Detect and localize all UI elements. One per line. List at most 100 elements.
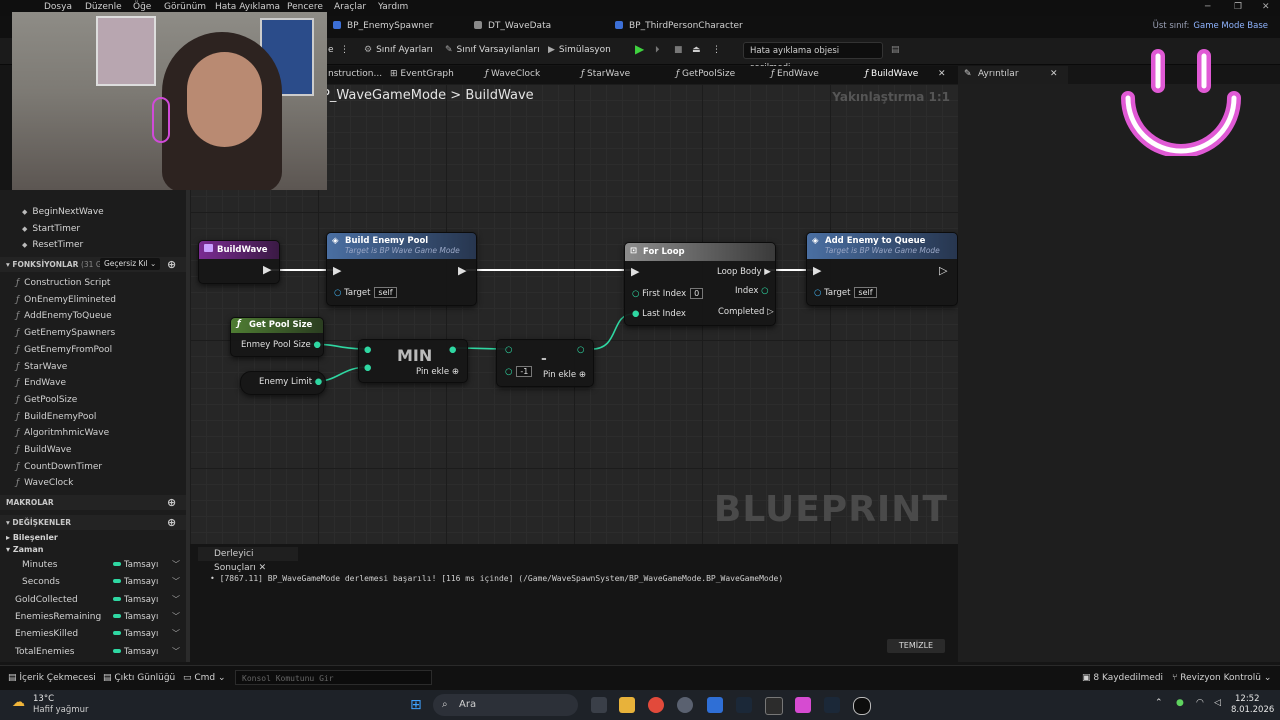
exec-in-pin[interactable]: ▶ xyxy=(333,264,341,277)
stop-icon[interactable]: ■ xyxy=(674,45,683,55)
doc-tab-enemy-spawner[interactable]: BP_EnemySpawner xyxy=(333,21,433,31)
debug-object-select[interactable]: Hata ayıklama objesi seçilmedi ⌄ xyxy=(743,42,883,73)
index-pin[interactable]: Index ○ xyxy=(735,286,769,296)
close-tab-icon[interactable]: ✕ xyxy=(1050,69,1058,79)
exec-in-pin[interactable]: ▶ xyxy=(813,264,821,277)
var-group-components[interactable]: ▸ Bileşenler xyxy=(6,533,58,542)
app-icon[interactable] xyxy=(795,697,811,713)
min-node[interactable]: ● ● MIN ● Pin ekle ⊕ xyxy=(358,339,468,383)
variable-type[interactable]: Tamsayı xyxy=(113,577,158,587)
menu-view[interactable]: Görünüm xyxy=(164,2,206,12)
close-icon[interactable]: ✕ xyxy=(1262,2,1270,12)
menu-tools[interactable]: Araçlar xyxy=(334,2,366,12)
min-output-pin[interactable]: ● xyxy=(449,345,456,355)
subtract-input-b-pin[interactable]: ○ -1 xyxy=(505,366,533,377)
visibility-eye-icon[interactable]: ﹀ xyxy=(172,646,180,657)
loop-body-pin[interactable]: Loop Body ▶ xyxy=(717,267,771,277)
taskbar-search[interactable]: ⌕ Ara xyxy=(433,694,578,716)
visibility-eye-icon[interactable]: ﹀ xyxy=(172,559,180,570)
subtract-node[interactable]: ○ - ○ ○ -1 Pin ekle ⊕ xyxy=(496,339,594,387)
function-item[interactable]: ƒ GetPoolSize xyxy=(16,395,77,405)
github-icon[interactable] xyxy=(677,697,693,713)
function-item[interactable]: ƒ AlgoritmhmicWave xyxy=(16,428,109,438)
add-pin-button[interactable]: Pin ekle ⊕ xyxy=(543,370,586,380)
variable-type[interactable]: Tamsayı xyxy=(113,560,158,570)
function-item[interactable]: ƒ OnEnemyElimineted xyxy=(16,295,116,305)
add-function-icon[interactable]: ⊕ xyxy=(167,257,176,272)
browse-icon[interactable]: ▤ xyxy=(891,45,900,55)
variable-type[interactable]: Tamsayı xyxy=(113,647,158,657)
clock-time[interactable]: 12:52 xyxy=(1235,694,1260,704)
tab-event-graph[interactable]: ⊞ EventGraph xyxy=(390,69,454,79)
function-item[interactable]: ƒ BuildWave xyxy=(16,445,71,455)
subtract-output-pin[interactable]: ○ xyxy=(577,345,584,355)
details-tab[interactable]: ✎ Ayrıntılar ✕ xyxy=(958,66,1068,84)
windows-start-icon[interactable]: ⊞ xyxy=(410,697,422,713)
revision-control-button[interactable]: ⑂ Revizyon Kontrolü ⌄ xyxy=(1172,673,1271,683)
add-pin-button[interactable]: Pin ekle ⊕ xyxy=(416,367,459,377)
function-item[interactable]: ƒ BuildEnemyPool xyxy=(16,412,96,422)
enemy-pool-size-pin[interactable]: Enmey Pool Size ● xyxy=(241,340,321,350)
menu-asset[interactable]: Öğe xyxy=(133,2,151,12)
add-variable-icon[interactable]: ⊕ xyxy=(167,515,176,530)
class-defaults-button[interactable]: ✎ Sınıf Varsayılanları xyxy=(445,45,540,55)
target-pin[interactable]: ○ Target self xyxy=(814,287,877,298)
tab-build-wave[interactable]: ƒ BuildWave xyxy=(865,69,918,79)
menu-help[interactable]: Yardım xyxy=(378,2,408,12)
var-group-time[interactable]: ▾ Zaman xyxy=(6,545,43,554)
menu-edit[interactable]: Düzenle xyxy=(85,2,122,12)
functions-section-header[interactable]: ▾ FONKSİYONLAR (31 GEÇE Geçersiz Kıl ⌄ ⊕ xyxy=(0,257,186,272)
function-item[interactable]: ƒ CountDownTimer xyxy=(16,462,102,472)
steam-icon[interactable] xyxy=(824,697,840,713)
compiler-results-tab[interactable]: Derleyici Sonuçları ✕ xyxy=(198,547,298,573)
tray-chevron-icon[interactable]: ⌃ xyxy=(1155,698,1163,708)
tab-construction[interactable]: nstruction... xyxy=(328,69,382,79)
event-item[interactable]: StartTimer xyxy=(22,224,80,234)
event-item[interactable]: BeginNextWave xyxy=(22,207,103,217)
variable-type[interactable]: Tamsayı xyxy=(113,612,158,622)
close-tab-icon[interactable]: ✕ xyxy=(259,563,267,573)
doc-tab-third-person[interactable]: BP_ThirdPersonCharacter xyxy=(615,21,743,31)
class-settings-button[interactable]: ⚙ Sınıf Ayarları xyxy=(364,45,433,55)
volume-icon[interactable]: ◁ xyxy=(1214,698,1221,708)
menu-file[interactable]: Dosya xyxy=(44,2,72,12)
file-explorer-icon[interactable] xyxy=(619,697,635,713)
variable-type[interactable]: Tamsayı xyxy=(113,595,158,605)
subtract-value[interactable]: -1 xyxy=(516,366,533,377)
macros-section-header[interactable]: MAKROLAR ⊕ xyxy=(0,495,186,510)
first-index-value[interactable]: 0 xyxy=(690,288,704,299)
tab-star-wave[interactable]: ƒ StarWave xyxy=(581,69,630,79)
visibility-eye-icon[interactable]: ﹀ xyxy=(172,576,180,587)
steam-icon[interactable] xyxy=(736,697,752,713)
simulation-button[interactable]: ▶ Simülasyon xyxy=(548,45,611,55)
output-log-button[interactable]: ▤ Çıktı Günlüğü xyxy=(103,673,175,683)
more-icon[interactable]: ⋮ xyxy=(340,45,349,55)
min-input-a-pin[interactable]: ● xyxy=(364,345,371,355)
clock-date[interactable]: 8.01.2026 xyxy=(1231,705,1274,715)
add-macro-icon[interactable]: ⊕ xyxy=(167,495,176,510)
event-item[interactable]: ResetTimer xyxy=(22,240,83,250)
override-dropdown[interactable]: Geçersiz Kıl ⌄ xyxy=(100,258,161,270)
close-tab-icon[interactable]: ✕ xyxy=(938,69,946,79)
exec-in-pin[interactable]: ▶ xyxy=(631,265,639,278)
cmd-dropdown[interactable]: ▭ Cmd ⌄ xyxy=(183,673,226,683)
function-item[interactable]: ƒ GetEnemySpawners xyxy=(16,328,115,338)
tab-get-pool-size[interactable]: ƒ GetPoolSize xyxy=(676,69,735,79)
store-icon[interactable] xyxy=(707,697,723,713)
function-entry-node[interactable]: BuildWave ▶ xyxy=(198,240,280,284)
subtract-input-a-pin[interactable]: ○ xyxy=(505,345,512,355)
menu-debug[interactable]: Hata Ayıklama xyxy=(215,2,280,12)
enemy-limit-pin[interactable]: Enemy Limit ● xyxy=(259,377,322,387)
last-index-pin[interactable]: ● Last Index xyxy=(632,309,686,319)
unreal-engine-icon[interactable] xyxy=(853,697,871,715)
weather-icon[interactable]: ☁ xyxy=(12,695,25,710)
target-pin[interactable]: ○ Target self xyxy=(334,287,397,298)
unsaved-button[interactable]: ▣ 8 Kaydedilmedi xyxy=(1082,673,1163,683)
function-item[interactable]: ƒ GetEnemyFromPool xyxy=(16,345,112,355)
function-item[interactable]: ƒ EndWave xyxy=(16,378,66,388)
chrome-icon[interactable] xyxy=(648,697,664,713)
visibility-eye-icon[interactable]: ﹀ xyxy=(172,611,180,622)
wifi-icon[interactable]: ◠ xyxy=(1196,698,1204,708)
function-item[interactable]: ƒ Construction Script xyxy=(16,278,110,288)
task-view-icon[interactable] xyxy=(591,697,607,713)
